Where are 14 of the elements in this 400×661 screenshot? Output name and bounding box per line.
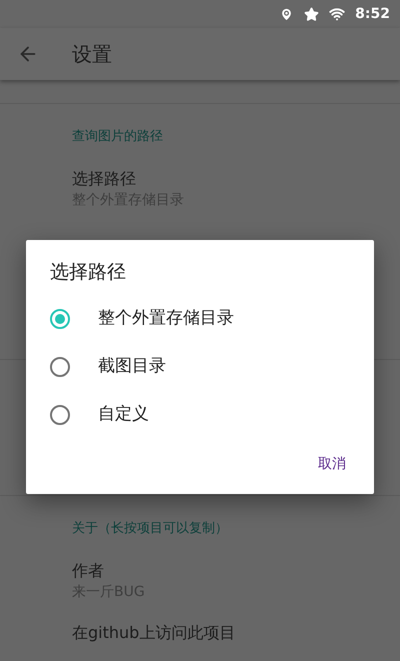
toolbar-title: 设置	[72, 41, 112, 68]
clock: 8:52	[355, 4, 390, 24]
category-title: 查询图片的路径	[71, 128, 164, 146]
dialog-title: 选择路径	[50, 260, 127, 285]
radio-option[interactable]: 自定义	[26, 390, 374, 438]
star-icon	[304, 6, 320, 22]
category-title: 关于（长按项目可以复制）	[71, 520, 229, 538]
radio-option[interactable]: 整个外置存储目录	[26, 294, 374, 342]
radio-option[interactable]: 截图目录	[26, 342, 374, 390]
wifi-icon	[329, 6, 346, 22]
radio-button[interactable]	[50, 404, 70, 424]
cancel-button[interactable]: 取消	[310, 448, 354, 480]
radio-button[interactable]	[50, 308, 70, 328]
radio-button[interactable]	[50, 356, 70, 376]
